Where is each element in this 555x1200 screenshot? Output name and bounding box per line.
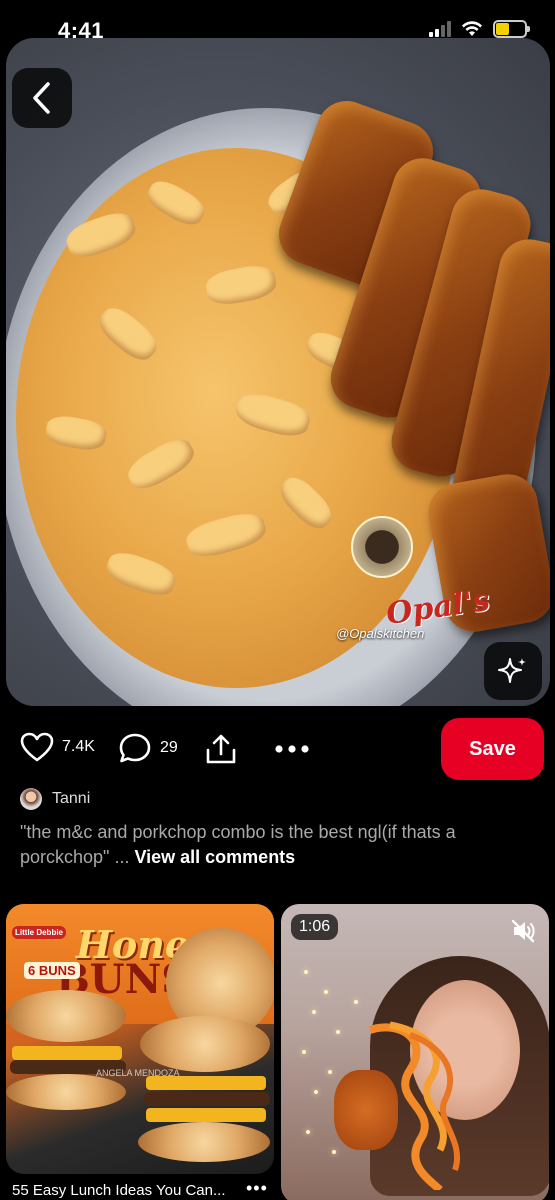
- back-button[interactable]: [12, 68, 72, 128]
- save-button[interactable]: Save: [441, 718, 544, 780]
- comment-author-name[interactable]: Tanni: [52, 790, 90, 808]
- related-pin-card[interactable]: Honey BUNS 6 BUNS Little Debbie ANGELA M…: [6, 904, 274, 1174]
- honey-count: 6 BUNS: [24, 962, 80, 979]
- pin-image[interactable]: Opal's @Opalskitchen: [6, 38, 550, 706]
- related-pin-caption[interactable]: 55 Easy Lunch Ideas You Can...: [12, 1182, 226, 1199]
- cellular-signal-icon: [429, 21, 451, 37]
- comment-author[interactable]: Tanni: [20, 788, 90, 810]
- comment-count: 29: [160, 739, 178, 756]
- bun-bottom: [6, 1074, 126, 1110]
- fried-wing: [334, 1070, 398, 1150]
- comment-bubble-icon: [119, 733, 151, 763]
- comment-action[interactable]: 29: [118, 732, 178, 764]
- bun-bottom: [138, 1122, 270, 1162]
- bun-top: [140, 1016, 270, 1072]
- battery-icon: [493, 20, 530, 38]
- wifi-icon: [462, 21, 482, 36]
- avatar[interactable]: [20, 788, 42, 810]
- related-pin-more-button[interactable]: •••: [246, 1178, 268, 1199]
- photo-credit: ANGELA MENDOZA: [96, 1068, 180, 1078]
- heart-icon: [20, 732, 54, 762]
- share-action[interactable]: [204, 732, 238, 766]
- action-row: 7.4K 29 Save: [0, 716, 555, 780]
- more-options-action[interactable]: [274, 744, 310, 754]
- bun-top: [6, 990, 126, 1042]
- watermark-handle: @Opalskitchen: [336, 626, 425, 641]
- video-duration-badge: 1:06: [291, 914, 339, 940]
- comment-preview[interactable]: "the m&c and porkchop combo is the best …: [20, 820, 540, 870]
- share-icon: [206, 734, 236, 764]
- watermark-avatar: [351, 516, 413, 578]
- more-horizontal-icon: [275, 745, 309, 753]
- sparkle-icon: [498, 658, 526, 683]
- like-count: 7.4K: [62, 738, 95, 755]
- chevron-left-icon: [33, 82, 50, 114]
- visual-search-button[interactable]: [484, 642, 542, 700]
- like-action[interactable]: 7.4K: [20, 732, 95, 762]
- status-icons: [429, 20, 530, 38]
- little-debbie-logo: Little Debbie: [12, 926, 67, 939]
- muted-speaker-icon[interactable]: [510, 918, 536, 944]
- related-pin-video-card[interactable]: [281, 904, 549, 1200]
- view-all-comments-link[interactable]: View all comments: [134, 847, 295, 867]
